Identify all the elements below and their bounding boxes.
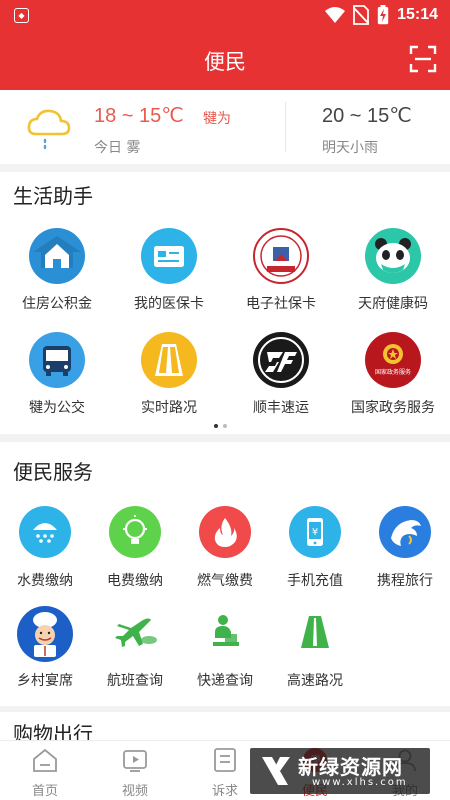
watermark-logo-icon (262, 757, 290, 785)
grid-item-medical-card[interactable]: 我的医保卡 (113, 228, 225, 313)
grid-label: 手机充值 (287, 573, 343, 589)
road-icon (141, 332, 197, 388)
emblem-caption: 国家政务服务 (375, 368, 411, 376)
grid-label: 实时路况 (141, 400, 197, 416)
grid-label: 电子社保卡 (246, 296, 316, 312)
grid-item-water-bill[interactable]: 水费缴纳 (0, 506, 90, 590)
grid-item-national-gov-service[interactable]: 国家政务服务 国家政务服务 (337, 332, 449, 417)
pager-dot-active (214, 424, 218, 428)
tab-home[interactable]: 首页 (15, 747, 75, 799)
phone-icon: ¥ (289, 506, 341, 558)
bulb-icon (109, 506, 161, 558)
grid-label: 天府健康码 (358, 296, 428, 312)
section-title: 生活助手 (13, 184, 93, 208)
tab-label: 诉求 (211, 784, 238, 799)
grid-label: 顺丰速运 (253, 400, 309, 416)
grid-item-housing-fund[interactable]: 住房公积金 (1, 228, 113, 313)
appeal-icon (214, 748, 236, 772)
status-time: 15:14 (397, 6, 438, 23)
header: 便民 (0, 32, 450, 90)
grid-label: 犍为公交 (29, 400, 85, 416)
house-icon (29, 228, 85, 284)
tab-label: 视频 (121, 784, 148, 799)
dolphin-icon (379, 506, 431, 558)
grid-item-express-query[interactable]: 快递查询 (180, 606, 270, 690)
video-icon (123, 750, 147, 772)
weather-divider (285, 102, 286, 152)
flame-icon (199, 506, 251, 558)
tab-label: 首页 (31, 784, 58, 799)
grid-item-realtime-traffic[interactable]: 实时路况 (113, 332, 225, 417)
grid-item-tianfu-health-code[interactable]: 天府健康码 (337, 228, 449, 313)
grid-item-electricity-bill[interactable]: 电费缴纳 (90, 506, 180, 590)
grid-label: 我的医保卡 (134, 296, 204, 312)
courier-icon (199, 606, 251, 658)
no-sim-icon (353, 5, 370, 25)
today-weather-label: 今日 雾 (94, 140, 141, 156)
grid-label: 航班查询 (107, 673, 163, 689)
national-emblem-icon: 国家政务服务 (365, 332, 421, 388)
grid-label: 电费缴纳 (107, 573, 163, 589)
convenience-service-section: 便民服务 水费缴纳 电费缴纳 燃气缴费 ¥ 手机充值 携程旅行 乡村宴席 航班查… (0, 442, 450, 706)
weather-city: 犍为 (203, 111, 231, 127)
cloud-rain-icon (27, 109, 71, 150)
chef-icon (17, 606, 73, 662)
grid-item-ctrip[interactable]: 携程旅行 (360, 506, 450, 590)
grid-item-flight-query[interactable]: 航班查询 (90, 606, 180, 690)
grid-item-sf-express[interactable]: 顺丰速运 (225, 332, 337, 417)
life-assistant-section: 生活助手 住房公积金 我的医保卡 电子社保卡 天府健康码 犍为公交 实时路况 顺… (0, 172, 450, 434)
grid-item-gas-bill[interactable]: 燃气缴费 (180, 506, 270, 590)
tab-video[interactable]: 视频 (105, 747, 165, 799)
grid-label: 住房公积金 (22, 296, 92, 312)
grid-label: 水费缴纳 (17, 573, 73, 589)
wifi-icon (325, 7, 346, 23)
page-title: 便民 (204, 50, 246, 74)
tab-appeal[interactable]: 诉求 (195, 747, 255, 799)
grid-label: 高速路况 (287, 673, 343, 689)
sf-express-icon (253, 332, 309, 388)
grid-item-highway-traffic[interactable]: 高速路况 (270, 606, 360, 690)
status-bar: ◆ 15:14 (0, 0, 450, 32)
status-right: 15:14 (325, 5, 438, 25)
grid-item-mobile-recharge[interactable]: ¥ 手机充值 (270, 506, 360, 590)
tomorrow-temperature: 20 ~ 15℃ (322, 105, 412, 127)
grid-item-village-banquet[interactable]: 乡村宴席 (0, 606, 90, 690)
pager-dots (214, 424, 227, 428)
panda-icon (365, 228, 421, 284)
highway-icon (289, 606, 341, 658)
svg-text:¥: ¥ (312, 527, 318, 538)
watermark-title: 新绿资源网 (298, 755, 403, 779)
app-shield-icon: ◆ (14, 8, 29, 23)
grid-label: 乡村宴席 (17, 673, 73, 689)
today-temperature: 18 ~ 15℃ (94, 105, 184, 127)
scan-button[interactable] (409, 45, 437, 73)
water-icon (19, 506, 71, 558)
medical-card-icon (141, 228, 197, 284)
battery-charging-icon (377, 5, 389, 25)
home-icon (33, 748, 57, 772)
bus-icon (29, 332, 85, 388)
grid-label: 快递查询 (197, 673, 253, 689)
grid-label: 国家政务服务 (351, 400, 435, 416)
tomorrow-weather-label: 明天小雨 (322, 140, 378, 156)
section-title: 便民服务 (13, 460, 93, 484)
pager-dot (223, 424, 227, 428)
social-security-card-icon (253, 228, 309, 284)
weather-card[interactable]: 18 ~ 15℃ 犍为 今日 雾 20 ~ 15℃ 明天小雨 (0, 90, 450, 164)
grid-label: 携程旅行 (377, 573, 433, 589)
grid-label: 燃气缴费 (197, 573, 253, 589)
grid-item-qianwei-bus[interactable]: 犍为公交 (1, 332, 113, 417)
grid-item-social-security-card[interactable]: 电子社保卡 (225, 228, 337, 313)
plane-icon (109, 606, 161, 658)
watermark-subtitle: www.xlhs.com (312, 777, 408, 788)
watermark: 新绿资源网 www.xlhs.com (250, 748, 430, 794)
